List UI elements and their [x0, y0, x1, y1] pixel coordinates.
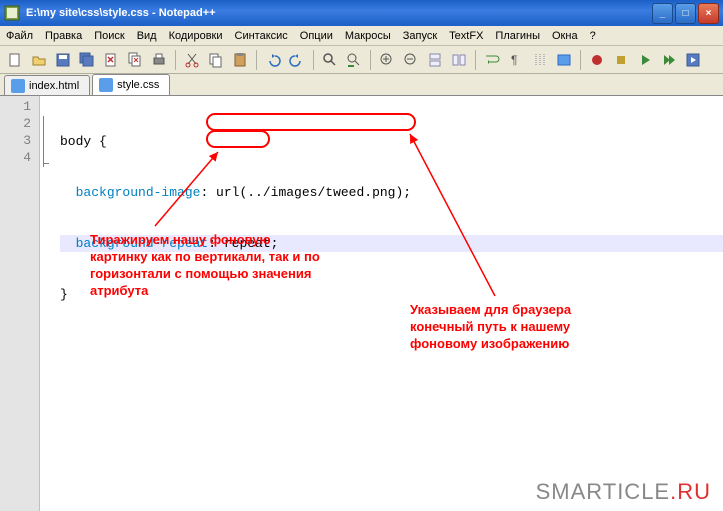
menu-plugins[interactable]: Плагины — [489, 28, 546, 44]
save-all-button[interactable] — [76, 49, 98, 71]
line-number: 1 — [0, 99, 39, 116]
menu-textfx[interactable]: TextFX — [443, 28, 489, 44]
annotation-text-right: Указываем для браузера конечный путь к н… — [410, 301, 640, 352]
menu-bar: Файл Правка Поиск Вид Кодировки Синтакси… — [0, 26, 723, 46]
menu-windows[interactable]: Окна — [546, 28, 584, 44]
menu-run[interactable]: Запуск — [397, 28, 443, 44]
close-all-button[interactable] — [124, 49, 146, 71]
save-macro-button[interactable] — [682, 49, 704, 71]
save-button[interactable] — [52, 49, 74, 71]
tab-bar: index.html style.css — [0, 74, 723, 96]
copy-button[interactable] — [205, 49, 227, 71]
menu-encoding[interactable]: Кодировки — [163, 28, 229, 44]
find-button[interactable] — [319, 49, 341, 71]
window-title: E:\my site\css\style.css - Notepad++ — [26, 7, 650, 19]
tab-label: style.css — [117, 79, 159, 91]
menu-macros[interactable]: Макросы — [339, 28, 397, 44]
css-selector: body — [60, 134, 91, 149]
css-property: background-image — [76, 185, 201, 200]
line-number: 3 — [0, 133, 39, 150]
file-icon — [11, 79, 25, 93]
menu-file[interactable]: Файл — [0, 28, 39, 44]
maximize-button[interactable]: □ — [675, 3, 696, 24]
wrap-button[interactable] — [481, 49, 503, 71]
replace-button[interactable] — [343, 49, 365, 71]
menu-search[interactable]: Поиск — [88, 28, 130, 44]
paste-button[interactable] — [229, 49, 251, 71]
lang-button[interactable] — [553, 49, 575, 71]
tab-style-css[interactable]: style.css — [92, 74, 170, 95]
minimize-button[interactable]: _ — [652, 3, 673, 24]
menu-syntax[interactable]: Синтаксис — [229, 28, 294, 44]
zoom-out-button[interactable] — [400, 49, 422, 71]
svg-text:¶: ¶ — [511, 53, 517, 67]
zoom-in-button[interactable] — [376, 49, 398, 71]
menu-help[interactable]: ? — [584, 28, 602, 44]
undo-button[interactable] — [262, 49, 284, 71]
record-macro-button[interactable] — [586, 49, 608, 71]
app-icon — [4, 5, 20, 21]
tab-label: index.html — [29, 80, 79, 92]
cut-button[interactable] — [181, 49, 203, 71]
new-file-button[interactable] — [4, 49, 26, 71]
sync-h-button[interactable] — [448, 49, 470, 71]
sync-v-button[interactable] — [424, 49, 446, 71]
play-macro-button[interactable] — [634, 49, 656, 71]
titlebar: E:\my site\css\style.css - Notepad++ _ □… — [0, 0, 723, 26]
open-file-button[interactable] — [28, 49, 50, 71]
watermark: SMARTICLE.RU — [536, 479, 711, 505]
annotation-circle-url — [206, 113, 416, 131]
indent-guide-button[interactable] — [529, 49, 551, 71]
annotation-circle-repeat — [206, 130, 270, 148]
stop-macro-button[interactable] — [610, 49, 632, 71]
menu-view[interactable]: Вид — [131, 28, 163, 44]
line-number: 4 — [0, 150, 39, 167]
editor-area[interactable]: 1 2 3 4 body { background-image: url(../… — [0, 96, 723, 511]
redo-button[interactable] — [286, 49, 308, 71]
annotation-text-left: Тиражируем нашу фоновую картинку как по … — [90, 231, 370, 299]
tab-index-html[interactable]: index.html — [4, 75, 90, 95]
file-icon — [99, 78, 113, 92]
play-multi-button[interactable] — [658, 49, 680, 71]
menu-edit[interactable]: Правка — [39, 28, 88, 44]
invisible-chars-button[interactable]: ¶ — [505, 49, 527, 71]
toolbar: ¶ — [0, 46, 723, 74]
close-file-button[interactable] — [100, 49, 122, 71]
css-value: url(../images/tweed.png) — [216, 185, 403, 200]
menu-options[interactable]: Опции — [294, 28, 339, 44]
code-content[interactable]: body { background-image: url(../images/t… — [40, 96, 723, 511]
print-button[interactable] — [148, 49, 170, 71]
line-number-gutter: 1 2 3 4 — [0, 96, 40, 511]
close-button[interactable]: × — [698, 3, 719, 24]
line-number: 2 — [0, 116, 39, 133]
